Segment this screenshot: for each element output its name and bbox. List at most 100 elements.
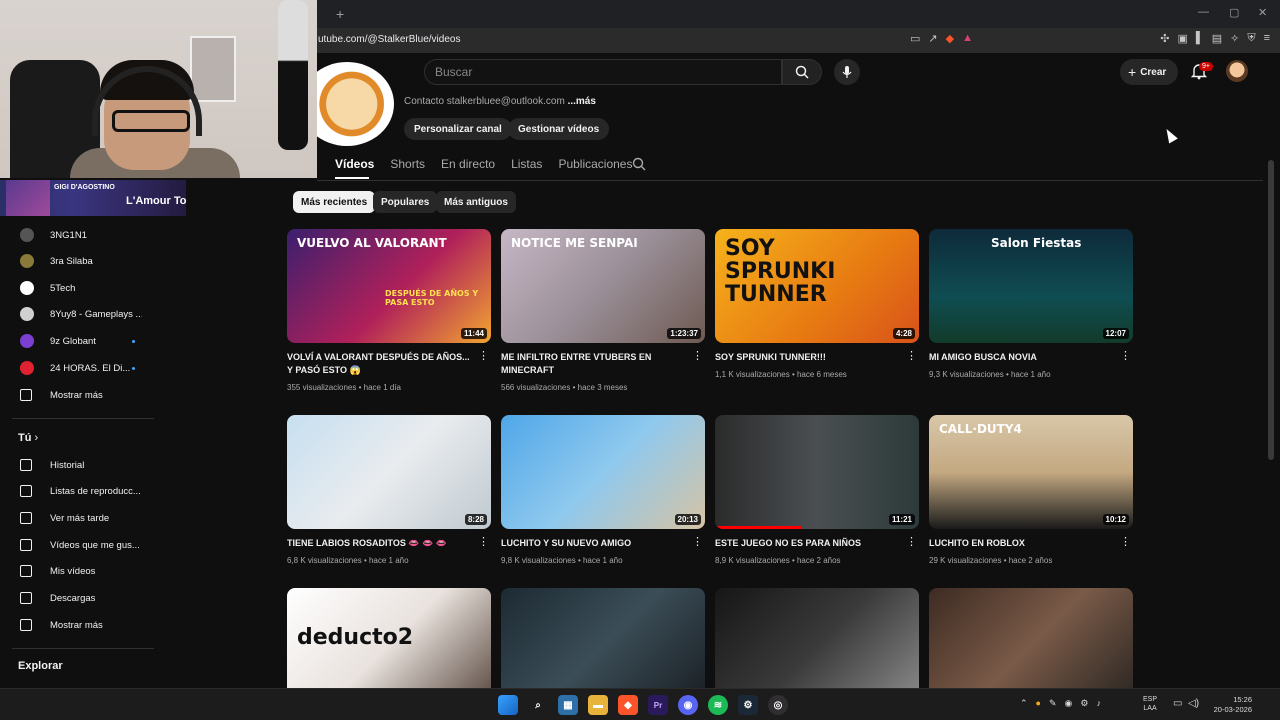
more-actions-icon[interactable]: ⋮ [1120, 537, 1131, 548]
video-thumbnail[interactable]: CALL·DUTY4 10:12 [929, 415, 1133, 529]
sidebar-subscription-item[interactable]: 3NG1N1 [0, 222, 156, 248]
more-actions-icon[interactable]: ⋮ [906, 537, 917, 548]
brave-browser-icon[interactable]: ◆ [618, 695, 638, 715]
video-thumbnail[interactable]: SOY SPRUNKI TUNNER 4:28 [715, 229, 919, 343]
cast-icon[interactable]: ▭ [910, 32, 920, 45]
more-actions-icon[interactable]: ⋮ [1120, 351, 1131, 362]
more-actions-icon[interactable]: ⋮ [692, 537, 703, 548]
filter-popular[interactable]: Populares [373, 191, 438, 213]
video-thumbnail[interactable]: deducto2 [287, 588, 491, 702]
sidebar-you-header[interactable]: Tú › [18, 432, 38, 444]
mic-tray-icon[interactable]: ♪ [1096, 698, 1101, 709]
video-card[interactable]: NOTICE ME SENPAI 1:23:37 ME INFILTRO ENTRE… [501, 229, 705, 392]
network-icon[interactable]: ▭ [1173, 698, 1182, 709]
tab-shorts[interactable]: Shorts [390, 157, 425, 171]
leo-ai-icon[interactable]: ✧ [1230, 32, 1239, 45]
video-thumbnail[interactable]: NOTICE ME SENPAI 1:23:37 [501, 229, 705, 343]
filter-most-recent[interactable]: Más recientes [293, 191, 376, 213]
video-card[interactable]: Salon Fiestas 12:07 MI AMIGO BUSCA NOVIA ⋮ 9… [929, 229, 1133, 379]
sidebar-subscription-item[interactable]: 9z Globant [0, 328, 156, 354]
contact-more-link[interactable]: ...más [568, 96, 596, 107]
video-card[interactable] [929, 588, 1133, 702]
video-card[interactable]: 11:21 ESTE JUEGO NO ES PARA NIÑOS ⋮ 8,9 K v… [715, 415, 919, 565]
account-avatar[interactable] [1226, 60, 1248, 82]
video-card[interactable] [715, 588, 919, 702]
video-title[interactable]: LUCHITO EN ROBLOX [929, 537, 1113, 550]
wallet-icon[interactable]: ▤ [1212, 32, 1222, 45]
tab-videos[interactable]: Vídeos [335, 157, 374, 171]
video-title[interactable]: ME INFILTRO ENTRE VTUBERS EN MINECRAFT [501, 351, 685, 377]
video-title[interactable]: ESTE JUEGO NO ES PARA NIÑOS [715, 537, 899, 550]
video-title[interactable]: TIENE LABIOS ROSADITOS 👄 👄 👄 [287, 537, 471, 550]
customize-channel-button[interactable]: Personalizar canal [404, 118, 512, 140]
more-actions-icon[interactable]: ⋮ [906, 351, 917, 362]
photos-icon[interactable]: ▦ [558, 695, 578, 715]
search-button[interactable] [782, 59, 822, 85]
video-card[interactable] [501, 588, 705, 702]
filter-oldest[interactable]: Más antiguos [436, 191, 516, 213]
video-title[interactable]: VOLVÍ A VALORANT DESPUÉS DE AÑOS... Y PA… [287, 351, 471, 377]
search-input[interactable]: Buscar [424, 59, 782, 85]
video-card[interactable]: 8:28 TIENE LABIOS ROSADITOS 👄 👄 👄 ⋮ 6,8 K v… [287, 415, 491, 565]
create-button[interactable]: + Crear [1120, 59, 1178, 85]
brave-shield-icon[interactable]: ◆ [946, 32, 954, 45]
video-card[interactable]: VUELVO AL VALORANT DESPUÉS DE AÑOS Y PASA… [287, 229, 491, 392]
channel-search-icon[interactable] [632, 157, 646, 171]
tab-search-icon[interactable]: ▣ [1178, 32, 1188, 45]
sidebar-item-thumbs-up[interactable]: Vídeos que me gus... [0, 532, 156, 558]
steam-icon[interactable]: ⚙ [738, 695, 758, 715]
video-card[interactable]: deducto2 [287, 588, 491, 702]
tray-app-icon[interactable]: ● [1036, 698, 1041, 709]
manage-videos-button[interactable]: Gestionar vídeos [508, 118, 610, 140]
volume-icon[interactable]: ◁) [1188, 698, 1199, 709]
sidebar-item-my-videos[interactable]: Mis vídeos [0, 558, 156, 584]
maximize-button[interactable]: ▢ [1229, 6, 1239, 19]
sidebar-item-clock[interactable]: Ver más tarde [0, 505, 156, 531]
sidebar-subscription-item[interactable]: 3ra Silaba [0, 248, 156, 274]
new-tab-button[interactable]: + [336, 6, 344, 22]
sidebar-item-history[interactable]: Historial [0, 452, 156, 478]
language-indicator[interactable]: ESP LAA [1143, 695, 1157, 713]
sidebar-show-more[interactable]: Mostrar más [0, 382, 156, 408]
page-scrollbar[interactable] [1268, 160, 1274, 460]
spotify-icon[interactable]: ≋ [708, 695, 728, 715]
sidebar-show-more-2[interactable]: Mostrar más [0, 612, 156, 638]
menu-icon[interactable]: ≡ [1264, 32, 1270, 45]
video-title[interactable]: MI AMIGO BUSCA NOVIA [929, 351, 1113, 364]
video-card[interactable]: SOY SPRUNKI TUNNER 4:28 SOY SPRUNKI TUNNER… [715, 229, 919, 379]
video-title[interactable]: SOY SPRUNKI TUNNER!!! [715, 351, 899, 364]
more-actions-icon[interactable]: ⋮ [692, 351, 703, 362]
video-thumbnail[interactable] [715, 588, 919, 702]
video-thumbnail[interactable] [501, 588, 705, 702]
windows-start-icon[interactable] [498, 695, 518, 715]
channel-contact[interactable]: Contacto stalkerbluee@outlook.com ...más [404, 96, 596, 107]
brave-rewards-icon[interactable]: ▲ [962, 32, 973, 45]
video-card[interactable]: CALL·DUTY4 10:12 LUCHITO EN ROBLOX ⋮ 29 K vi… [929, 415, 1133, 565]
video-thumbnail[interactable]: VUELVO AL VALORANT DESPUÉS DE AÑOS Y PASA… [287, 229, 491, 343]
file-explorer-icon[interactable]: ▬ [588, 695, 608, 715]
sidebar-subscription-item[interactable]: 5Tech [0, 275, 156, 301]
sidebar-icon[interactable]: ▌ [1196, 32, 1204, 45]
chevron-up-icon[interactable]: ⌃ [1020, 698, 1028, 709]
url-text[interactable]: utube.com/@StalkerBlue/videos [318, 34, 460, 45]
vpn-icon[interactable]: ⛨ [1247, 32, 1255, 45]
voice-search-button[interactable] [834, 59, 860, 85]
pen-icon[interactable]: ✎ [1049, 698, 1057, 709]
search-icon[interactable]: ⌕ [528, 695, 548, 715]
more-actions-icon[interactable]: ⋮ [478, 351, 489, 362]
video-card[interactable]: 20:13 LUCHITO Y SU NUEVO AMIGO ⋮ 9,8 K visu… [501, 415, 705, 565]
sidebar-subscription-item[interactable]: 8Yuy8 - Gameplays ... [0, 301, 156, 327]
sidebar-item-download[interactable]: Descargas [0, 585, 156, 611]
sidebar-subscription-item[interactable]: 24 HORAS. El Di... [0, 355, 156, 381]
more-actions-icon[interactable]: ⋮ [478, 537, 489, 548]
obs-icon[interactable]: ◎ [768, 695, 788, 715]
video-thumbnail[interactable]: 8:28 [287, 415, 491, 529]
discord-tray-icon[interactable]: ◉ [1065, 698, 1073, 709]
premiere-pro-icon[interactable]: Pr [648, 695, 668, 715]
video-thumbnail[interactable]: 20:13 [501, 415, 705, 529]
video-thumbnail[interactable] [929, 588, 1133, 702]
sidebar-item-playlist[interactable]: Listas de reproducc... [0, 478, 156, 504]
extensions-icon[interactable]: ✣ [1160, 32, 1169, 45]
video-title[interactable]: LUCHITO Y SU NUEVO AMIGO [501, 537, 685, 550]
discord-icon[interactable]: ◉ [678, 695, 698, 715]
